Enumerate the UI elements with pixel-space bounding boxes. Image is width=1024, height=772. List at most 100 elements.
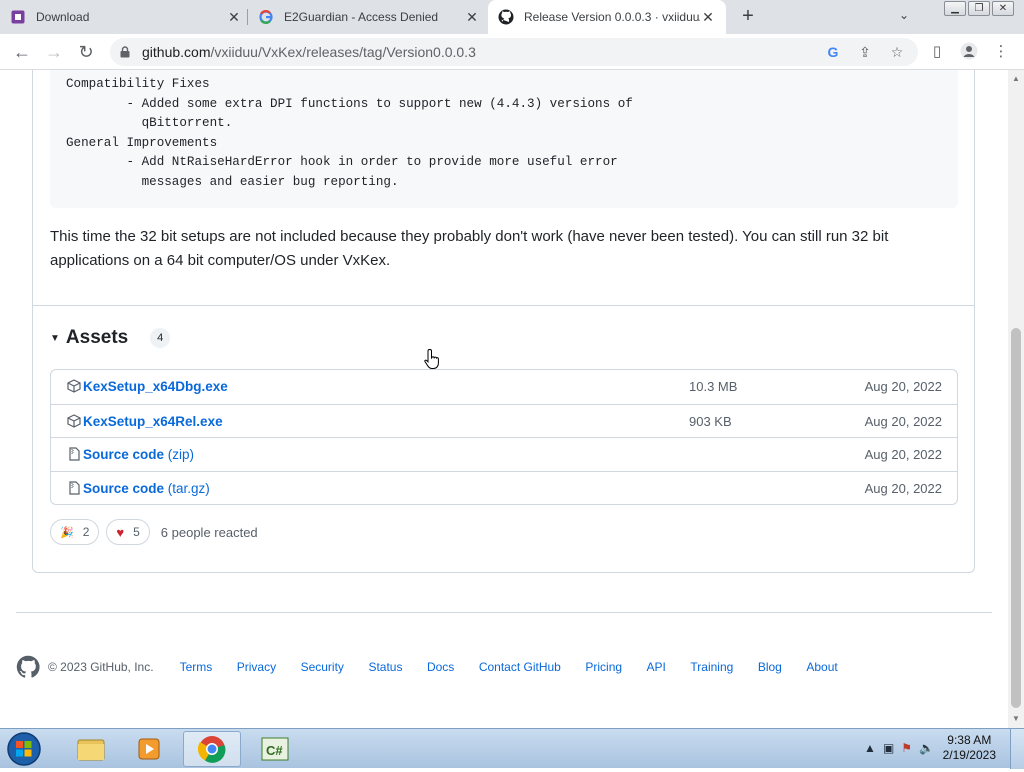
back-button[interactable]: ← bbox=[11, 41, 33, 63]
address-bar[interactable]: github.com/vxiiduu/VxKex/releases/tag/Ve… bbox=[110, 38, 918, 66]
asset-link[interactable]: KexSetup_x64Dbg.exe bbox=[83, 379, 228, 394]
asset-format: (tar.gz) bbox=[164, 480, 210, 496]
folder-icon bbox=[77, 739, 105, 761]
tab-search-chevron-icon[interactable]: ⌄ bbox=[895, 8, 913, 26]
footer-link-about[interactable]: About bbox=[806, 660, 837, 674]
footer-divider bbox=[16, 612, 992, 613]
network-icon[interactable]: ▣ bbox=[883, 741, 894, 755]
footer-link-privacy[interactable]: Privacy bbox=[237, 660, 276, 674]
new-tab-button[interactable]: + bbox=[737, 5, 759, 27]
asset-row: KexSetup_x64Dbg.exe 10.3 MB Aug 20, 2022 bbox=[51, 370, 957, 404]
asset-format: (zip) bbox=[164, 447, 195, 462]
forward-button[interactable]: → bbox=[43, 41, 65, 63]
close-icon[interactable]: ✕ bbox=[700, 9, 716, 25]
google-icon bbox=[258, 9, 274, 25]
more-menu-icon[interactable]: ⋮ bbox=[991, 42, 1011, 62]
url-host: github.com bbox=[142, 44, 211, 60]
profile-avatar-icon[interactable] bbox=[959, 42, 979, 62]
tab-separator bbox=[247, 9, 248, 25]
asset-date: Aug 20, 2022 bbox=[864, 480, 942, 496]
side-panel-icon[interactable]: ▯ bbox=[927, 42, 947, 62]
scroll-up-arrow-icon[interactable]: ▲ bbox=[1012, 74, 1020, 83]
close-icon[interactable]: ✕ bbox=[226, 9, 242, 25]
asset-size: 10.3 MB bbox=[689, 379, 738, 394]
asset-name: Source code bbox=[83, 480, 165, 496]
asset-link[interactable]: KexSetup_x64Rel.exe bbox=[83, 414, 223, 429]
start-button[interactable] bbox=[5, 731, 45, 767]
download-site-icon bbox=[10, 9, 26, 25]
tray-expand-icon[interactable]: ▲ bbox=[864, 741, 876, 755]
reaction-tada-button[interactable]: 🎉 2 bbox=[50, 519, 100, 545]
asset-row: Source code (tar.gz) Aug 20, 2022 bbox=[51, 470, 957, 505]
google-translate-icon[interactable]: G bbox=[824, 43, 842, 61]
release-paragraph: This time the 32 bit setups are not incl… bbox=[50, 228, 889, 269]
file-zip-icon bbox=[67, 480, 81, 495]
footer-link-api[interactable]: API bbox=[647, 660, 666, 674]
close-window-button[interactable]: ✕ bbox=[992, 1, 1014, 16]
assets-toggle[interactable]: ▼ Assets 4 bbox=[50, 327, 171, 349]
asset-name: Source code bbox=[83, 447, 165, 462]
footer-link-docs[interactable]: Docs bbox=[427, 660, 454, 674]
tab-download[interactable]: Download ✕ bbox=[10, 0, 242, 34]
asset-date: Aug 20, 2022 bbox=[864, 379, 942, 394]
reactions-bar: 🎉 2 ♥ 5 6 people reacted bbox=[50, 519, 258, 545]
asset-date: Aug 20, 2022 bbox=[864, 447, 942, 462]
restore-button[interactable]: ❐ bbox=[968, 1, 990, 16]
caret-down-icon: ▼ bbox=[50, 332, 60, 344]
taskbar-csharp-app[interactable]: C# bbox=[246, 731, 304, 767]
show-desktop-button[interactable] bbox=[1010, 729, 1024, 769]
page-content: Compatibility Fixes - Added some extra D… bbox=[0, 70, 1008, 728]
footer-link-terms[interactable]: Terms bbox=[180, 660, 213, 674]
file-zip-icon bbox=[67, 447, 81, 461]
reaction-heart-button[interactable]: ♥ 5 bbox=[106, 519, 150, 545]
minimize-button[interactable]: ▁ bbox=[944, 1, 966, 16]
tab-title: Download bbox=[36, 10, 90, 24]
windows-taskbar: C# ▲ ▣ ⚑ 🔈 9:38 AM 2/19/2023 bbox=[0, 728, 1024, 769]
footer-link-blog[interactable]: Blog bbox=[758, 660, 782, 674]
github-logo-icon[interactable] bbox=[16, 655, 40, 679]
divider bbox=[33, 305, 974, 306]
reaction-count: 2 bbox=[82, 525, 90, 539]
asset-date: Aug 20, 2022 bbox=[864, 413, 942, 429]
reload-button[interactable]: ↻ bbox=[75, 41, 97, 63]
asset-link[interactable]: Source code (tar.gz) bbox=[83, 481, 210, 496]
chrome-icon bbox=[197, 736, 226, 763]
footer-link-training[interactable]: Training bbox=[690, 660, 733, 674]
lock-icon bbox=[120, 45, 130, 58]
clock-time: 9:38 AM bbox=[947, 733, 992, 747]
share-icon[interactable]: ⇪ bbox=[856, 43, 874, 61]
taskbar-chrome[interactable] bbox=[183, 731, 241, 767]
tab-title: E2Guardian - Access Denied bbox=[284, 10, 439, 24]
tada-icon: 🎉 bbox=[60, 526, 74, 539]
bookmark-star-icon[interactable]: ☆ bbox=[888, 43, 906, 61]
media-player-icon bbox=[138, 738, 160, 760]
url-text[interactable]: github.com/vxiiduu/VxKex/releases/tag/Ve… bbox=[142, 44, 476, 60]
vertical-scrollbar[interactable]: ▲ ▼ bbox=[1008, 70, 1024, 728]
browser-toolbar: ← → ↻ github.com/vxiiduu/VxKex/releases/… bbox=[0, 34, 1024, 70]
footer-link-contact[interactable]: Contact GitHub bbox=[479, 660, 561, 674]
volume-icon[interactable]: 🔈 bbox=[919, 741, 934, 755]
url-path: /vxiiduu/VxKex/releases/tag/Version0.0.0… bbox=[210, 44, 476, 60]
close-icon[interactable]: ✕ bbox=[464, 9, 480, 25]
asset-size: 903 KB bbox=[689, 413, 732, 429]
csharp-icon: C# bbox=[261, 737, 289, 761]
package-icon bbox=[67, 413, 81, 428]
footer-link-security[interactable]: Security bbox=[301, 660, 344, 674]
release-notes-code: Compatibility Fixes - Added some extra D… bbox=[50, 70, 958, 208]
scrollbar-thumb[interactable] bbox=[1011, 328, 1021, 708]
tab-e2guardian[interactable]: E2Guardian - Access Denied ✕ bbox=[258, 0, 480, 34]
footer-link-pricing[interactable]: Pricing bbox=[585, 660, 622, 674]
assets-count-badge: 4 bbox=[150, 328, 171, 348]
action-center-flag-icon[interactable]: ⚑ bbox=[901, 741, 912, 755]
asset-link[interactable]: Source code (zip) bbox=[83, 447, 194, 462]
heart-icon: ♥ bbox=[116, 524, 125, 540]
scroll-down-arrow-icon[interactable]: ▼ bbox=[1012, 714, 1020, 723]
taskbar-clock[interactable]: 9:38 AM 2/19/2023 bbox=[943, 733, 996, 763]
clock-date: 2/19/2023 bbox=[942, 748, 996, 762]
tab-release[interactable]: Release Version 0.0.0.3 · vxiiduu/ ✕ bbox=[488, 0, 726, 34]
footer: © 2023 GitHub, Inc. Terms Privacy Securi… bbox=[16, 655, 992, 679]
taskbar-media-player[interactable] bbox=[120, 731, 178, 767]
taskbar-explorer[interactable] bbox=[62, 731, 120, 767]
tab-title: Release Version 0.0.0.3 · vxiiduu/ bbox=[524, 10, 700, 24]
footer-link-status[interactable]: Status bbox=[368, 660, 402, 674]
